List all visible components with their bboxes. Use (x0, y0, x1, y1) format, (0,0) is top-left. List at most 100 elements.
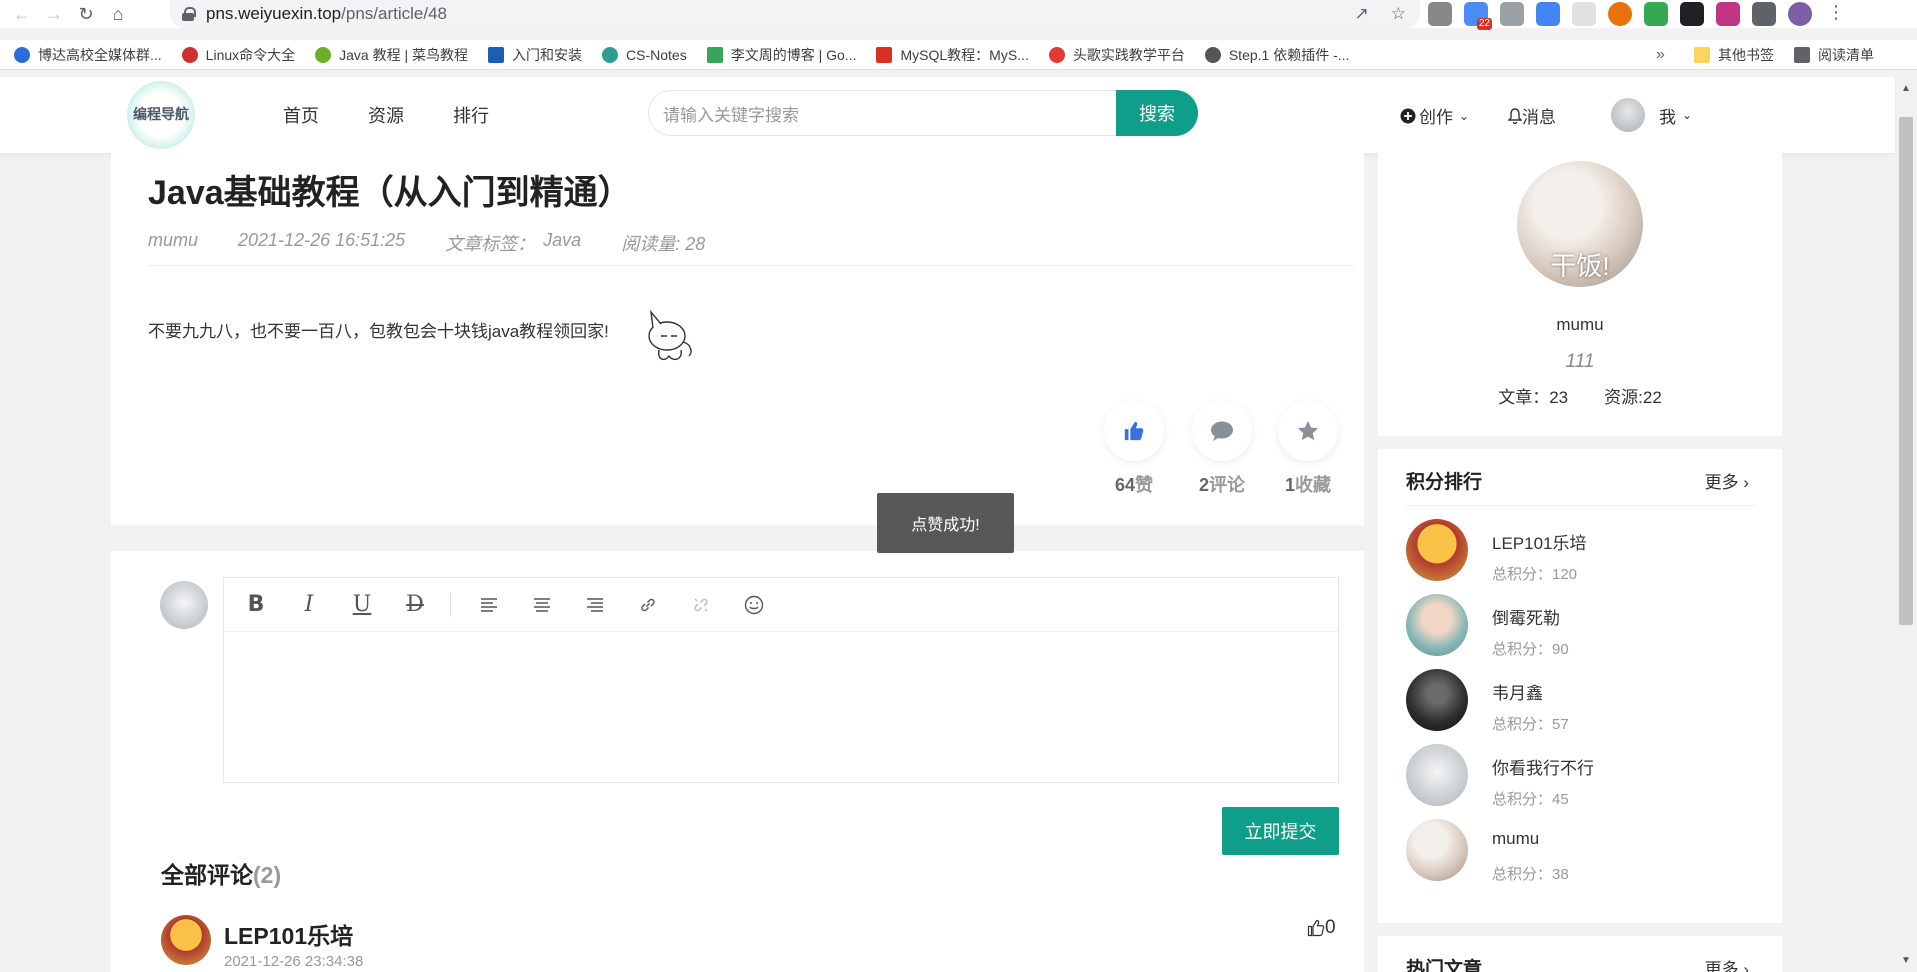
reading-list-button[interactable]: 阅读清单 (1794, 45, 1874, 65)
bookmark-favicon (315, 46, 332, 63)
ranking-item[interactable]: 你看我行不行 总积分：45 (1406, 744, 1766, 819)
unlink-icon[interactable] (681, 585, 721, 625)
scroll-up-icon[interactable]: ▲ (1901, 83, 1911, 94)
ranking-item[interactable]: LEP101乐培 总积分：120 (1406, 519, 1766, 594)
emoji-icon[interactable] (734, 585, 774, 625)
check-icon[interactable] (1572, 2, 1596, 26)
like-button[interactable] (1104, 401, 1164, 461)
submit-comment-button[interactable]: 立即提交 (1222, 807, 1339, 855)
favorite-count-value: 1 (1284, 475, 1295, 495)
ranking-more-link[interactable]: 更多 › (1705, 468, 1749, 493)
download-icon[interactable] (1428, 2, 1452, 26)
bookmark-item[interactable]: Linux命令大全 (181, 45, 295, 65)
extension-icon[interactable] (1680, 2, 1704, 26)
search-button[interactable]: 搜索 (1116, 90, 1198, 136)
menu-dots-icon[interactable]: ⋮ (1824, 2, 1848, 26)
comment-like-button[interactable]: 0 (1307, 917, 1336, 939)
ranking-item[interactable]: 倒霉死勒 总积分：90 (1406, 594, 1766, 669)
puzzle-icon[interactable] (1752, 2, 1776, 26)
chevron-down-icon: ⌄ (1459, 108, 1470, 123)
site-logo[interactable]: 编程导航 (127, 81, 195, 149)
extension-icon[interactable] (1716, 2, 1740, 26)
bookmark-item[interactable]: 入门和安装 (488, 45, 582, 65)
bold-icon[interactable]: B (236, 585, 276, 625)
all-comments-label: 全部评论 (161, 862, 253, 888)
article-body: 不要九九八，也不要一百八，包教包会十块钱java教程领回家! (148, 322, 609, 341)
extension-icon[interactable]: 22 (1464, 2, 1492, 30)
author-avatar[interactable]: 干饭! (1517, 161, 1643, 287)
forward-icon[interactable]: → (44, 4, 64, 24)
ranking-avatar (1406, 669, 1468, 731)
thumbs-up-icon (1124, 421, 1144, 441)
bookmark-favicon (706, 46, 723, 63)
reload-icon[interactable]: ↻ (76, 4, 96, 24)
comment-author-name[interactable]: LEP101乐培 (224, 917, 353, 951)
ranking-item[interactable]: mumu 总积分：38 (1406, 819, 1766, 894)
bookmark-item[interactable]: MySQL教程：MyS... (876, 45, 1029, 65)
back-icon[interactable]: ← (12, 4, 32, 24)
home-icon[interactable]: ⌂ (108, 4, 128, 24)
author-stats: 文章：23 资源:22 (1378, 383, 1782, 408)
comment-textarea[interactable] (224, 632, 1338, 782)
bookmark-label: 头歌实践教学平台 (1072, 46, 1185, 63)
address-bar[interactable]: pns.weiyuexin.top/pns/article/48 ↗ ☆ (170, 0, 1420, 28)
bookmark-favicon (1048, 46, 1065, 63)
favorite-label: 收藏 (1295, 475, 1331, 495)
ranking-more-label: 更多 (1704, 473, 1739, 492)
hot-more-label: 更多 (1704, 960, 1739, 972)
profile-icon[interactable] (1788, 2, 1812, 26)
underline-icon[interactable]: U (342, 585, 382, 625)
comment-author-avatar[interactable] (161, 915, 211, 965)
nav-home[interactable]: 首页 (283, 102, 319, 128)
article-card: Java基础教程（从入门到精通） mumu 2021-12-26 16:51:2… (111, 153, 1364, 525)
comment-button[interactable] (1192, 401, 1252, 461)
nav-resources[interactable]: 资源 (368, 102, 404, 128)
align-center-icon[interactable] (522, 585, 562, 625)
translate-icon[interactable] (1536, 2, 1560, 26)
article-tag[interactable]: Java (543, 230, 581, 256)
scrollbar-thumb[interactable] (1899, 117, 1913, 625)
bookmarks-overflow-button[interactable]: » (1656, 46, 1665, 64)
ranking-name: LEP101乐培 (1492, 534, 1587, 553)
favorite-button[interactable] (1278, 401, 1338, 461)
comment-card: B I U D 立即提交 全部评论(2) LEP101乐培 2021-12-26… (111, 551, 1364, 972)
extension-icon[interactable] (1608, 2, 1632, 26)
bookmark-item[interactable]: 李文周的博客 | Go... (706, 45, 857, 65)
author-article-count: 文章：23 (1498, 388, 1569, 407)
bookmark-item[interactable]: 博达高校全媒体群... (14, 45, 162, 65)
hot-more-link[interactable]: 更多 › (1705, 955, 1749, 972)
ranking-avatar (1406, 744, 1468, 806)
italic-icon[interactable]: I (289, 585, 329, 625)
other-bookmarks-folder[interactable]: 其他书签 (1694, 45, 1774, 65)
nav-ranking[interactable]: 排行 (453, 102, 489, 128)
bookmark-favicon (488, 46, 505, 63)
article-author[interactable]: mumu (148, 230, 198, 256)
page-scrollbar[interactable]: ▲ ▼ (1895, 77, 1917, 972)
bookmark-star-icon[interactable]: ☆ (1391, 4, 1406, 24)
strikethrough-icon[interactable]: D (395, 585, 435, 625)
link-icon[interactable] (628, 585, 668, 625)
ranking-score: 总积分：120 (1492, 566, 1578, 583)
create-menu[interactable]: 创作 ⌄ (1400, 103, 1469, 128)
me-label: 我 (1659, 107, 1676, 127)
align-right-icon[interactable] (575, 585, 615, 625)
share-icon[interactable]: ↗ (1355, 4, 1369, 24)
user-menu[interactable]: 我 ⌄ (1611, 98, 1692, 132)
shield-icon[interactable] (1644, 2, 1668, 26)
ranking-item[interactable]: 韦月鑫 总积分：57 (1406, 669, 1766, 744)
bookmark-item[interactable]: Step.1 依赖插件 -... (1204, 45, 1349, 65)
align-left-icon[interactable] (469, 585, 509, 625)
bookmark-item[interactable]: CS-Notes (602, 46, 687, 63)
search-input[interactable]: 请输入关键字搜索 (648, 90, 1118, 136)
bookmark-favicon (876, 46, 893, 63)
messages-link[interactable]: 消息 (1508, 103, 1556, 128)
bookmark-item[interactable]: 头歌实践教学平台 (1048, 45, 1185, 65)
bookmark-label: Java 教程 | 菜鸟教程 (339, 46, 469, 63)
avatar-caption: 干饭! (1550, 251, 1610, 281)
author-name[interactable]: mumu (1378, 315, 1782, 335)
extension-icon[interactable] (1500, 2, 1524, 26)
bookmark-item[interactable]: Java 教程 | 菜鸟教程 (315, 45, 468, 65)
scroll-down-icon[interactable]: ▼ (1901, 955, 1911, 966)
comment-editor: B I U D (223, 577, 1339, 783)
bookmark-label: 李文周的博客 | Go... (730, 46, 857, 63)
